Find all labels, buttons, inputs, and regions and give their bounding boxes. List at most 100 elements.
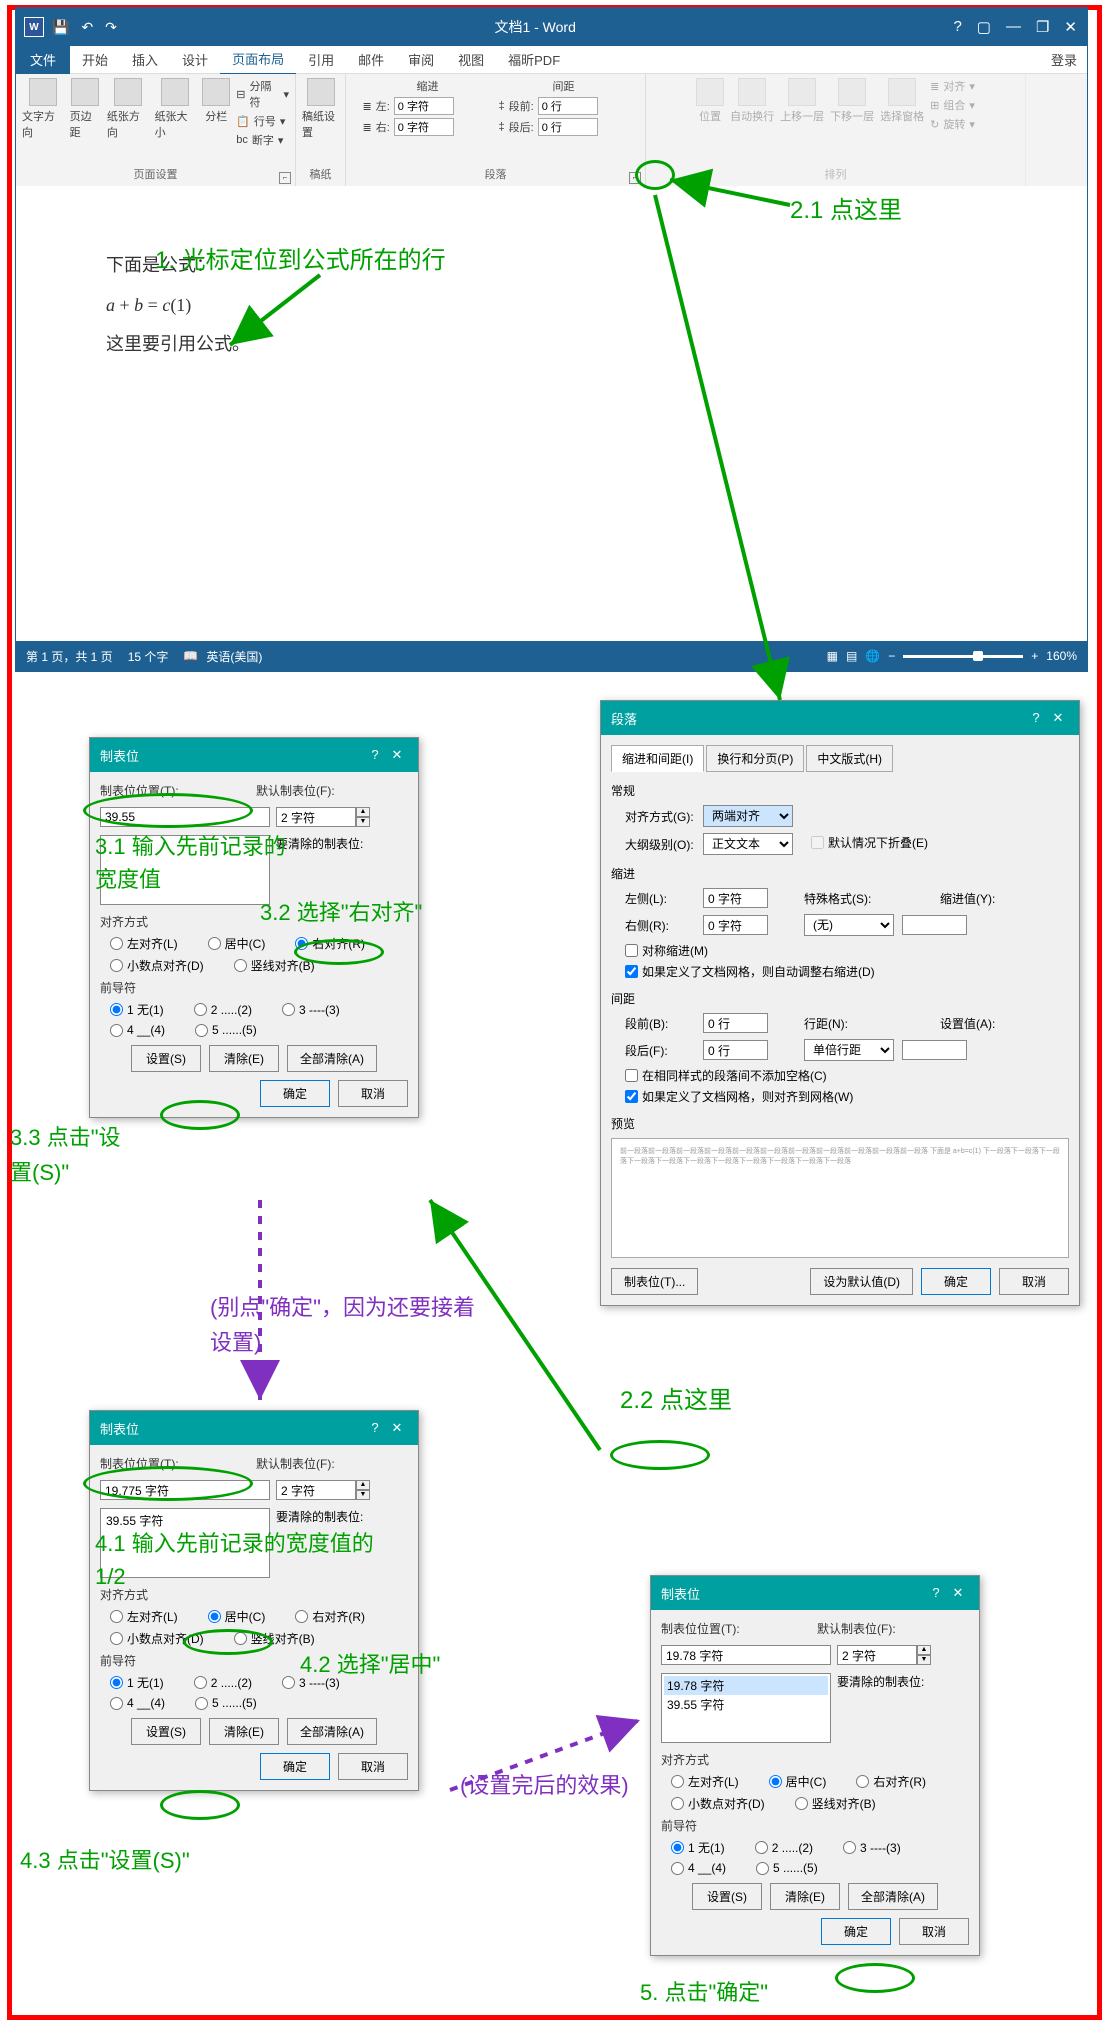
status-page[interactable]: 第 1 页，共 1 页 — [26, 648, 113, 665]
menu-file[interactable]: 文件 — [16, 45, 70, 74]
set-button[interactable]: 设置(S) — [131, 1045, 201, 1072]
align-center-radio[interactable] — [208, 937, 221, 950]
forward-button[interactable]: 上移一层 — [780, 78, 824, 124]
align-bar-radio[interactable] — [795, 1797, 808, 1810]
minimize-icon[interactable]: — — [1006, 18, 1021, 36]
close-icon[interactable]: ✕ — [386, 744, 408, 766]
align-center-radio[interactable] — [208, 1610, 221, 1623]
tab-chinese[interactable]: 中文版式(H) — [806, 745, 893, 772]
group-button[interactable]: ⊞组合▾ — [930, 97, 975, 113]
clear-all-button[interactable]: 全部清除(A) — [287, 1718, 377, 1745]
signin-link[interactable]: 登录 — [1051, 50, 1077, 69]
align-right-radio[interactable] — [856, 1775, 869, 1788]
maximize-icon[interactable]: ❐ — [1036, 18, 1049, 36]
tab-indent-spacing[interactable]: 缩进和间距(I) — [611, 745, 704, 772]
web-layout-icon[interactable]: 🌐 — [865, 649, 880, 663]
wrap-button[interactable]: 自动换行 — [730, 78, 774, 124]
alignment-select[interactable]: 两端对齐 — [703, 805, 793, 827]
leader-1-radio[interactable] — [110, 1676, 123, 1689]
zoom-slider[interactable] — [903, 655, 1023, 658]
ok-button[interactable]: 确定 — [821, 1918, 891, 1945]
selection-pane-button[interactable]: 选择窗格 — [880, 78, 924, 124]
leader-4-radio[interactable] — [110, 1697, 123, 1710]
special-format-select[interactable]: (无) — [804, 914, 894, 936]
position-button[interactable]: 位置 — [696, 78, 724, 124]
save-icon[interactable]: 💾 — [52, 19, 69, 36]
leader-5-radio[interactable] — [195, 1024, 208, 1037]
align-right-radio[interactable] — [295, 937, 308, 950]
tabs-button[interactable]: 制表位(T)... — [611, 1268, 698, 1295]
paper-settings-button[interactable]: 稿纸设置 — [302, 78, 339, 140]
set-button[interactable]: 设置(S) — [692, 1883, 762, 1910]
menu-review[interactable]: 审阅 — [396, 45, 446, 74]
zoom-level[interactable]: 160% — [1046, 649, 1077, 663]
no-space-checkbox[interactable] — [625, 1069, 638, 1082]
mirror-indent-checkbox[interactable] — [625, 944, 638, 957]
tab-position-input[interactable] — [100, 1480, 270, 1500]
cancel-button[interactable]: 取消 — [999, 1268, 1069, 1295]
tab-list[interactable]: 19.78 字符39.55 字符 — [661, 1673, 831, 1743]
leader-4-radio[interactable] — [671, 1862, 684, 1875]
clear-button[interactable]: 清除(E) — [770, 1883, 840, 1910]
redo-icon[interactable]: ↷ — [105, 19, 117, 36]
ok-button[interactable]: 确定 — [260, 1080, 330, 1107]
align-button[interactable]: ≣对齐▾ — [930, 78, 975, 94]
rotate-button[interactable]: ↻旋转▾ — [930, 116, 975, 132]
space-before-input[interactable] — [538, 97, 598, 115]
columns-button[interactable]: 分栏 — [202, 78, 230, 124]
ok-button[interactable]: 确定 — [260, 1753, 330, 1780]
menu-foxin[interactable]: 福昕PDF — [496, 45, 572, 74]
leader-4-radio[interactable] — [110, 1024, 123, 1037]
help-icon[interactable]: ? — [364, 1417, 386, 1439]
leader-2-radio[interactable] — [194, 1003, 207, 1016]
align-bar-radio[interactable] — [234, 1632, 247, 1645]
clear-all-button[interactable]: 全部清除(A) — [287, 1045, 377, 1072]
close-icon[interactable]: ✕ — [1047, 707, 1069, 729]
indent-left-input[interactable] — [394, 97, 454, 115]
hyphenation-button[interactable]: bc断字▾ — [236, 132, 289, 148]
leader-2-radio[interactable] — [194, 1676, 207, 1689]
leader-1-radio[interactable] — [671, 1841, 684, 1854]
default-tab-input[interactable] — [276, 1480, 356, 1500]
collapse-checkbox[interactable] — [811, 836, 824, 849]
leader-5-radio[interactable] — [756, 1862, 769, 1875]
leader-3-radio[interactable] — [843, 1841, 856, 1854]
line-spacing-select[interactable]: 单倍行距 — [804, 1039, 894, 1061]
indent-right-input[interactable] — [394, 118, 454, 136]
menu-insert[interactable]: 插入 — [120, 45, 170, 74]
undo-icon[interactable]: ↶ — [81, 19, 93, 36]
menu-mail[interactable]: 邮件 — [346, 45, 396, 74]
tab-line-page[interactable]: 换行和分页(P) — [706, 745, 804, 772]
close-icon[interactable]: ✕ — [947, 1582, 969, 1604]
set-button[interactable]: 设置(S) — [131, 1718, 201, 1745]
space-before[interactable] — [703, 1013, 768, 1033]
space-after-input[interactable] — [538, 118, 598, 136]
help-icon[interactable]: ? — [953, 18, 961, 36]
outline-select[interactable]: 正文文本 — [703, 833, 793, 855]
help-icon[interactable]: ? — [364, 744, 386, 766]
menu-view[interactable]: 视图 — [446, 45, 496, 74]
indent-by-input[interactable] — [902, 915, 967, 935]
help-icon[interactable]: ? — [925, 1582, 947, 1604]
leader-3-radio[interactable] — [282, 1003, 295, 1016]
leader-5-radio[interactable] — [195, 1697, 208, 1710]
size-button[interactable]: 纸张大小 — [155, 78, 197, 140]
leader-2-radio[interactable] — [755, 1841, 768, 1854]
cancel-button[interactable]: 取消 — [899, 1918, 969, 1945]
clear-button[interactable]: 清除(E) — [209, 1045, 279, 1072]
close-icon[interactable]: ✕ — [386, 1417, 408, 1439]
leader-3-radio[interactable] — [282, 1676, 295, 1689]
orientation-button[interactable]: 纸张方向 — [107, 78, 149, 140]
ok-button[interactable]: 确定 — [921, 1268, 991, 1295]
snap-grid-checkbox[interactable] — [625, 1090, 638, 1103]
zoom-out-icon[interactable]: − — [888, 649, 895, 663]
zoom-in-icon[interactable]: + — [1031, 649, 1038, 663]
leader-1-radio[interactable] — [110, 1003, 123, 1016]
clear-button[interactable]: 清除(E) — [209, 1718, 279, 1745]
align-right-radio[interactable] — [295, 1610, 308, 1623]
help-icon[interactable]: ? — [1025, 707, 1047, 729]
cancel-button[interactable]: 取消 — [338, 1753, 408, 1780]
margins-button[interactable]: 页边距 — [70, 78, 101, 140]
align-decimal-radio[interactable] — [110, 959, 123, 972]
align-left-radio[interactable] — [110, 937, 123, 950]
